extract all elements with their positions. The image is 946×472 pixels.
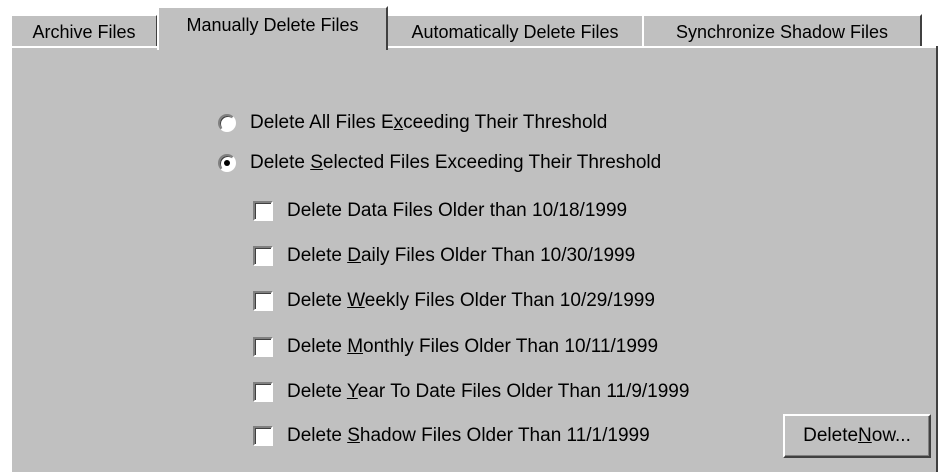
tab-automatically-delete-files[interactable]: Automatically Delete Files <box>386 14 644 48</box>
radio-button[interactable] <box>218 114 236 132</box>
tab-label: Automatically Delete Files <box>411 21 619 42</box>
dialog-root: Archive Files Manually Delete Files Auto… <box>0 0 946 472</box>
checkbox[interactable] <box>253 382 273 402</box>
radio-delete-all-exceeding[interactable]: Delete All Files Exceeding Their Thresho… <box>218 112 607 134</box>
tab-label: Synchronize Shadow Files <box>675 21 889 42</box>
checkbox[interactable] <box>253 426 273 446</box>
checkbox-delete-weekly-files[interactable]: Delete Weekly Files Older Than 10/29/199… <box>253 290 655 312</box>
checkbox-label: Delete Weekly Files Older Than 10/29/199… <box>287 290 655 311</box>
panel-edge <box>936 46 938 472</box>
checkbox-label: Delete Data Files Older than 10/18/1999 <box>287 200 628 221</box>
checkbox-label: Delete Daily Files Older Than 10/30/1999 <box>287 245 636 266</box>
checkbox[interactable] <box>253 337 273 357</box>
checkbox-label: Delete Monthly Files Older Than 10/11/19… <box>287 336 659 357</box>
radio-label: Delete Selected Files Exceeding Their Th… <box>250 152 662 173</box>
checkbox-delete-ytd-files[interactable]: Delete Year To Date Files Older Than 11/… <box>253 381 689 403</box>
radio-delete-selected-exceeding[interactable]: Delete Selected Files Exceeding Their Th… <box>218 152 661 174</box>
tab-synchronize-shadow-files[interactable]: Synchronize Shadow Files <box>642 14 922 48</box>
checkbox-delete-monthly-files[interactable]: Delete Monthly Files Older Than 10/11/19… <box>253 336 658 358</box>
checkbox[interactable] <box>253 201 273 221</box>
tab-label: Manually Delete Files <box>186 14 359 35</box>
checkbox-delete-daily-files[interactable]: Delete Daily Files Older Than 10/30/1999 <box>253 245 635 267</box>
checkbox-delete-shadow-files[interactable]: Delete Shadow Files Older Than 11/1/1999 <box>253 425 650 447</box>
radio-label: Delete All Files Exceeding Their Thresho… <box>250 112 608 133</box>
tab-archive-files[interactable]: Archive Files <box>10 14 158 48</box>
checkbox[interactable] <box>253 246 273 266</box>
checkbox[interactable] <box>253 291 273 311</box>
radio-dot <box>224 160 230 166</box>
radio-button-selected[interactable] <box>218 154 236 172</box>
delete-now-button[interactable]: Delete Now... <box>783 414 931 458</box>
checkbox-delete-data-files[interactable]: Delete Data Files Older than 10/18/1999 <box>253 200 627 222</box>
tab-label: Archive Files <box>32 21 136 42</box>
checkbox-label: Delete Year To Date Files Older Than 11/… <box>287 381 690 402</box>
tab-manually-delete-files[interactable]: Manually Delete Files <box>157 6 388 50</box>
checkbox-label: Delete Shadow Files Older Than 11/1/1999 <box>287 425 650 446</box>
